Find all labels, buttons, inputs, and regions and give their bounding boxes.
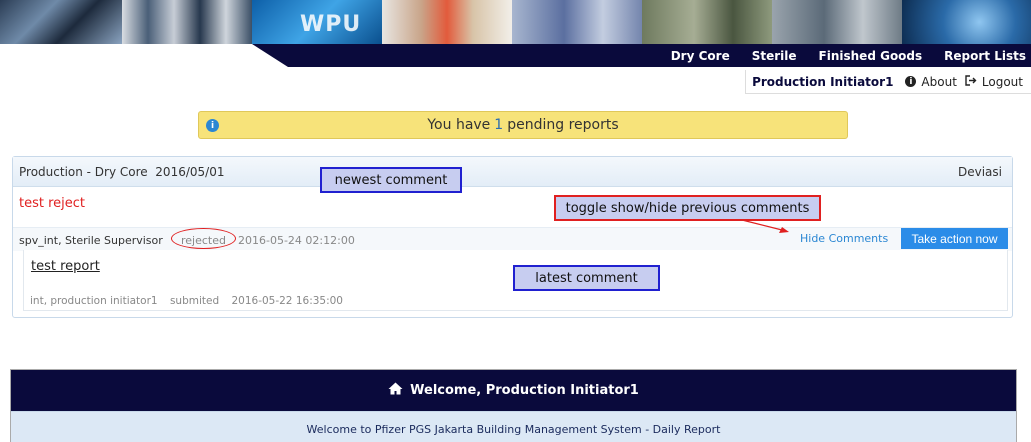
main-nav: Dry Core Sterile Finished Goods Report L… [660,44,1031,67]
user-name[interactable]: Production Initiator1 [752,75,905,89]
welcome-body: Welcome to Pfizer PGS Jakarta Building M… [11,411,1016,442]
report-header: Production - Dry Core 2016/05/01 Deviasi [13,157,1012,187]
take-action-button[interactable]: Take action now [901,228,1008,249]
comment-date: 2016-05-24 02:12:00 [238,234,355,247]
banner-image-factory [772,0,902,44]
info-circle-icon: i [905,76,917,87]
banner-image-goods [642,0,772,44]
status-highlight-oval [171,228,236,249]
annotation-newest-comment: newest comment [320,167,462,193]
logout-label: Logout [981,74,1023,89]
banner-image-gears [0,0,122,44]
nav-dry-core[interactable]: Dry Core [660,49,741,63]
report-type: Deviasi [958,165,1002,179]
sign-out-icon [965,74,977,89]
nav-finished-goods[interactable]: Finished Goods [808,49,934,63]
previous-author: int, production initiator1 [30,295,158,307]
header-banner: WPU [0,0,1031,44]
previous-date: 2016-05-22 16:35:00 [231,295,343,307]
banner-image-wpu: WPU [252,0,382,44]
annotation-latest-comment: latest comment [513,265,660,291]
nav-sterile[interactable]: Sterile [741,49,808,63]
nav-report-lists[interactable]: Report Lists [933,49,1031,63]
previous-comment-title[interactable]: test report [31,259,100,274]
alert-suffix: pending reports [507,117,619,133]
pending-count: 1 [494,117,504,133]
annotation-toggle-comments: toggle show/hide previous comments [554,195,821,221]
info-icon: i [206,119,219,132]
welcome-header: Welcome, Production Initiator1 [11,370,1016,411]
previous-comment-meta: int, production initiator1 submited 2016… [30,295,352,307]
about-link[interactable]: i About [905,75,964,89]
hide-comments-link[interactable]: Hide Comments [800,232,888,245]
user-bar: Production Initiator1 i About Logout [745,70,1031,94]
banner-image-pills [382,0,512,44]
banner-image-globe [902,0,1031,44]
banner-image-cylinders [122,0,252,44]
home-icon [388,382,403,399]
report-title: Production - Dry Core 2016/05/01 [19,165,225,179]
report-panel: Production - Dry Core 2016/05/01 Deviasi… [12,156,1013,318]
about-label: About [921,74,957,89]
welcome-panel: Welcome, Production Initiator1 Welcome t… [10,369,1017,442]
newest-comment-text: test reject [19,196,86,211]
alert-prefix: You have [427,117,491,133]
welcome-title: Welcome, Production Initiator1 [410,383,639,398]
comment-author: spv_int, Sterile Supervisor [19,234,163,247]
banner-wpu-text: WPU [300,12,362,37]
logout-link[interactable]: Logout [965,75,1031,89]
previous-status: submited [169,295,220,307]
pending-reports-alert: i You have 1 pending reports [198,111,848,139]
banner-image-lab [512,0,642,44]
